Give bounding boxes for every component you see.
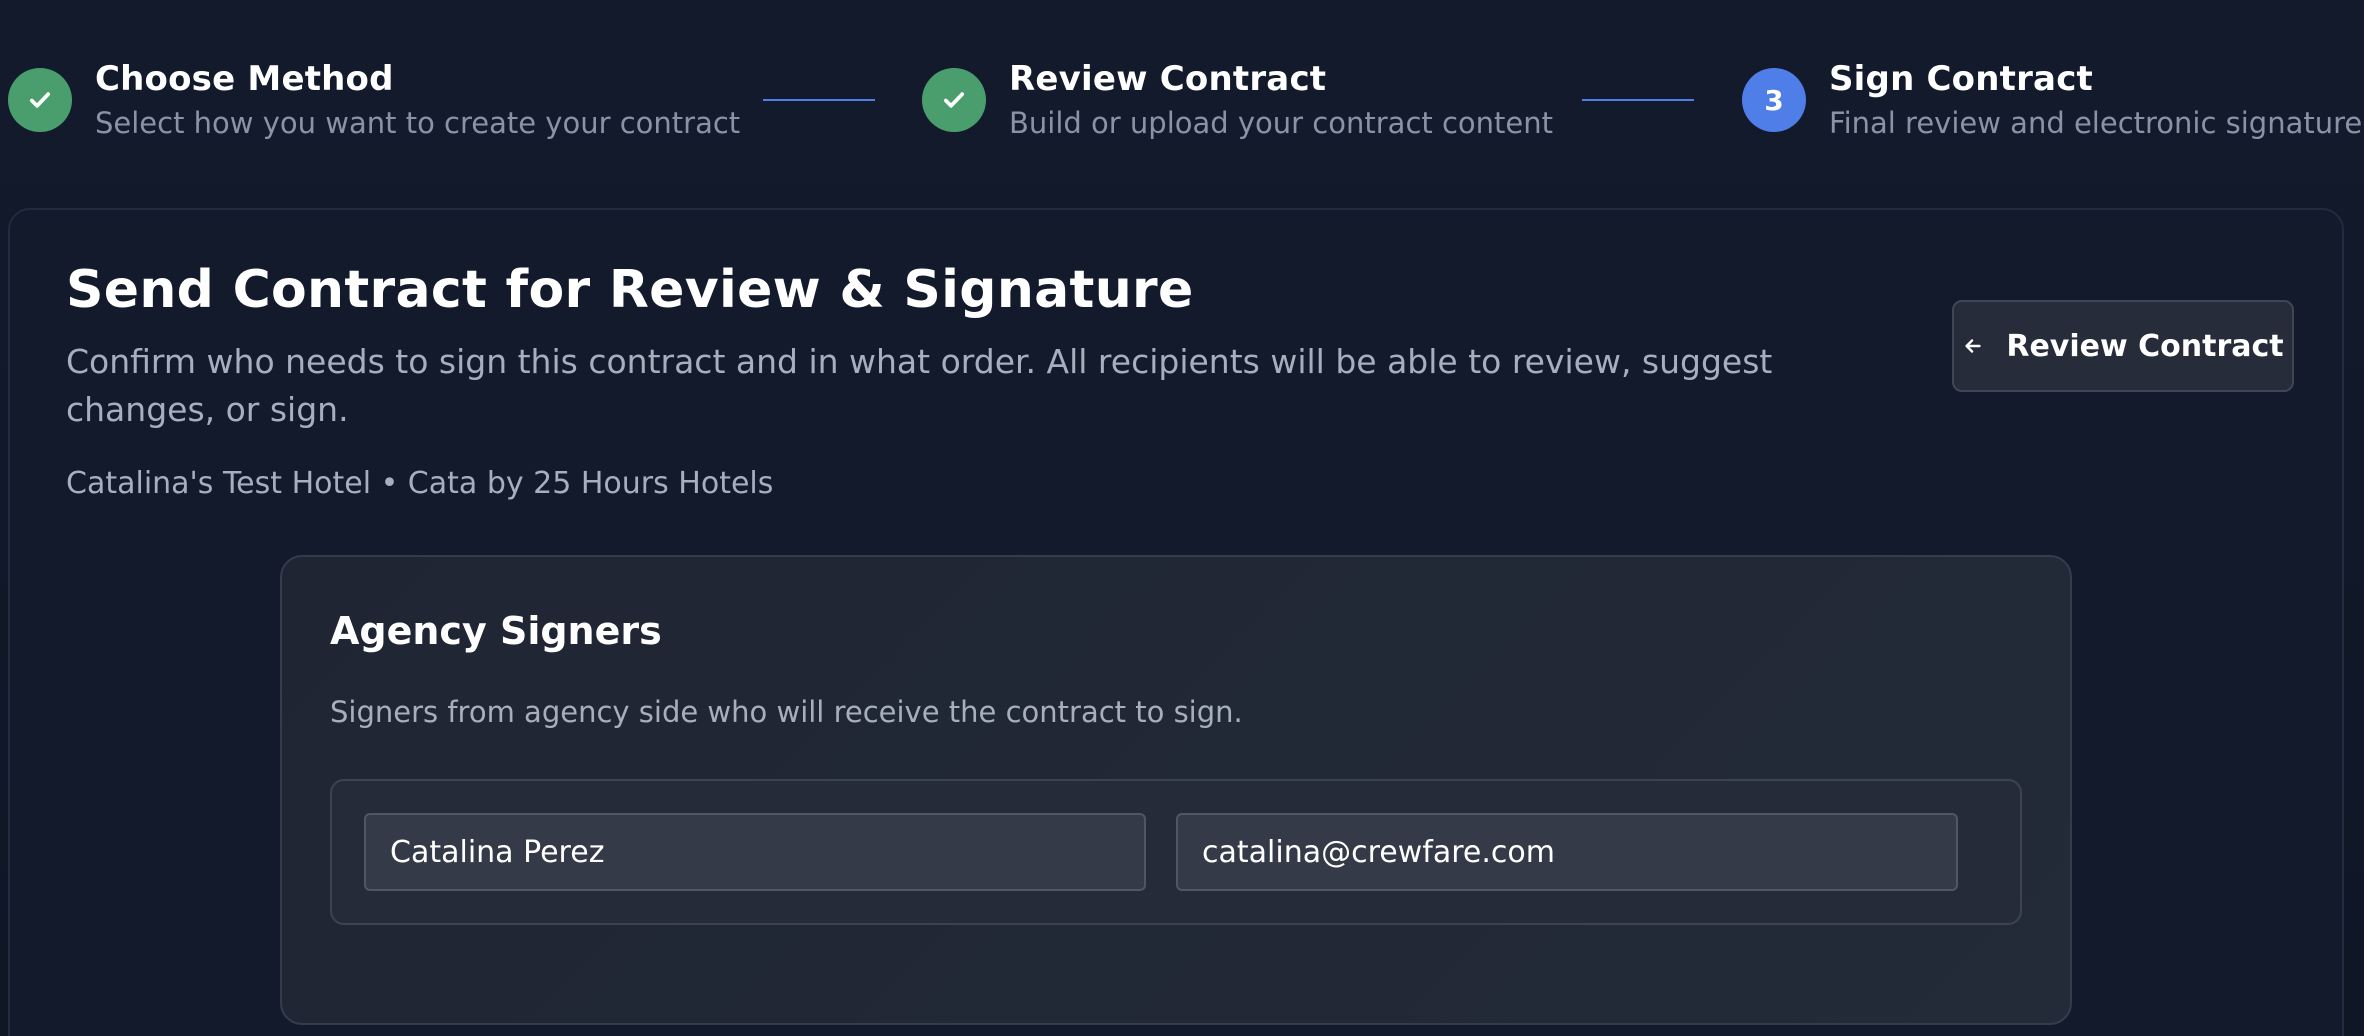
step-review-contract: Review Contract Build or upload your con… xyxy=(922,58,1553,143)
signer-name-input[interactable]: Catalina Perez xyxy=(364,813,1146,891)
arrow-left-icon xyxy=(1962,335,1984,357)
signer-row: Catalina Perez catalina@crewfare.com xyxy=(330,779,2022,925)
send-contract-card: Send Contract for Review & Signature Con… xyxy=(8,208,2344,1036)
step-number: 3 xyxy=(1764,83,1784,117)
step-connector xyxy=(763,99,875,101)
step-number-badge: 3 xyxy=(1742,68,1806,132)
step-choose-method: Choose Method Select how you want to cre… xyxy=(8,58,740,143)
page-description: Confirm who needs to sign this contract … xyxy=(66,342,1773,429)
signer-email-input[interactable]: catalina@crewfare.com xyxy=(1176,813,1958,891)
agency-signers-panel: Agency Signers Signers from agency side … xyxy=(280,555,2072,1025)
progress-stepper: Choose Method Select how you want to cre… xyxy=(0,0,2364,200)
agency-signers-description: Signers from agency side who will receiv… xyxy=(330,695,1243,729)
step-sign-contract: 3 Sign Contract Final review and electro… xyxy=(1742,58,2362,143)
step-subtitle: Final review and electronic signature xyxy=(1829,106,2363,140)
check-icon xyxy=(8,68,72,132)
check-icon xyxy=(922,68,986,132)
step-subtitle: Build or upload your contract content xyxy=(1009,106,1554,140)
step-subtitle: Select how you want to create your contr… xyxy=(95,106,741,140)
review-contract-button-label: Review Contract xyxy=(2006,328,2284,364)
step-title: Choose Method xyxy=(95,59,394,99)
step-title: Sign Contract xyxy=(1829,59,2094,99)
step-title: Review Contract xyxy=(1009,59,1327,99)
page-title: Send Contract for Review & Signature xyxy=(66,260,1194,320)
hotel-info: Catalina's Test Hotel • Cata by 25 Hours… xyxy=(66,466,774,501)
review-contract-button[interactable]: Review Contract xyxy=(1952,300,2294,392)
step-connector xyxy=(1582,99,1694,101)
agency-signers-title: Agency Signers xyxy=(330,609,662,653)
